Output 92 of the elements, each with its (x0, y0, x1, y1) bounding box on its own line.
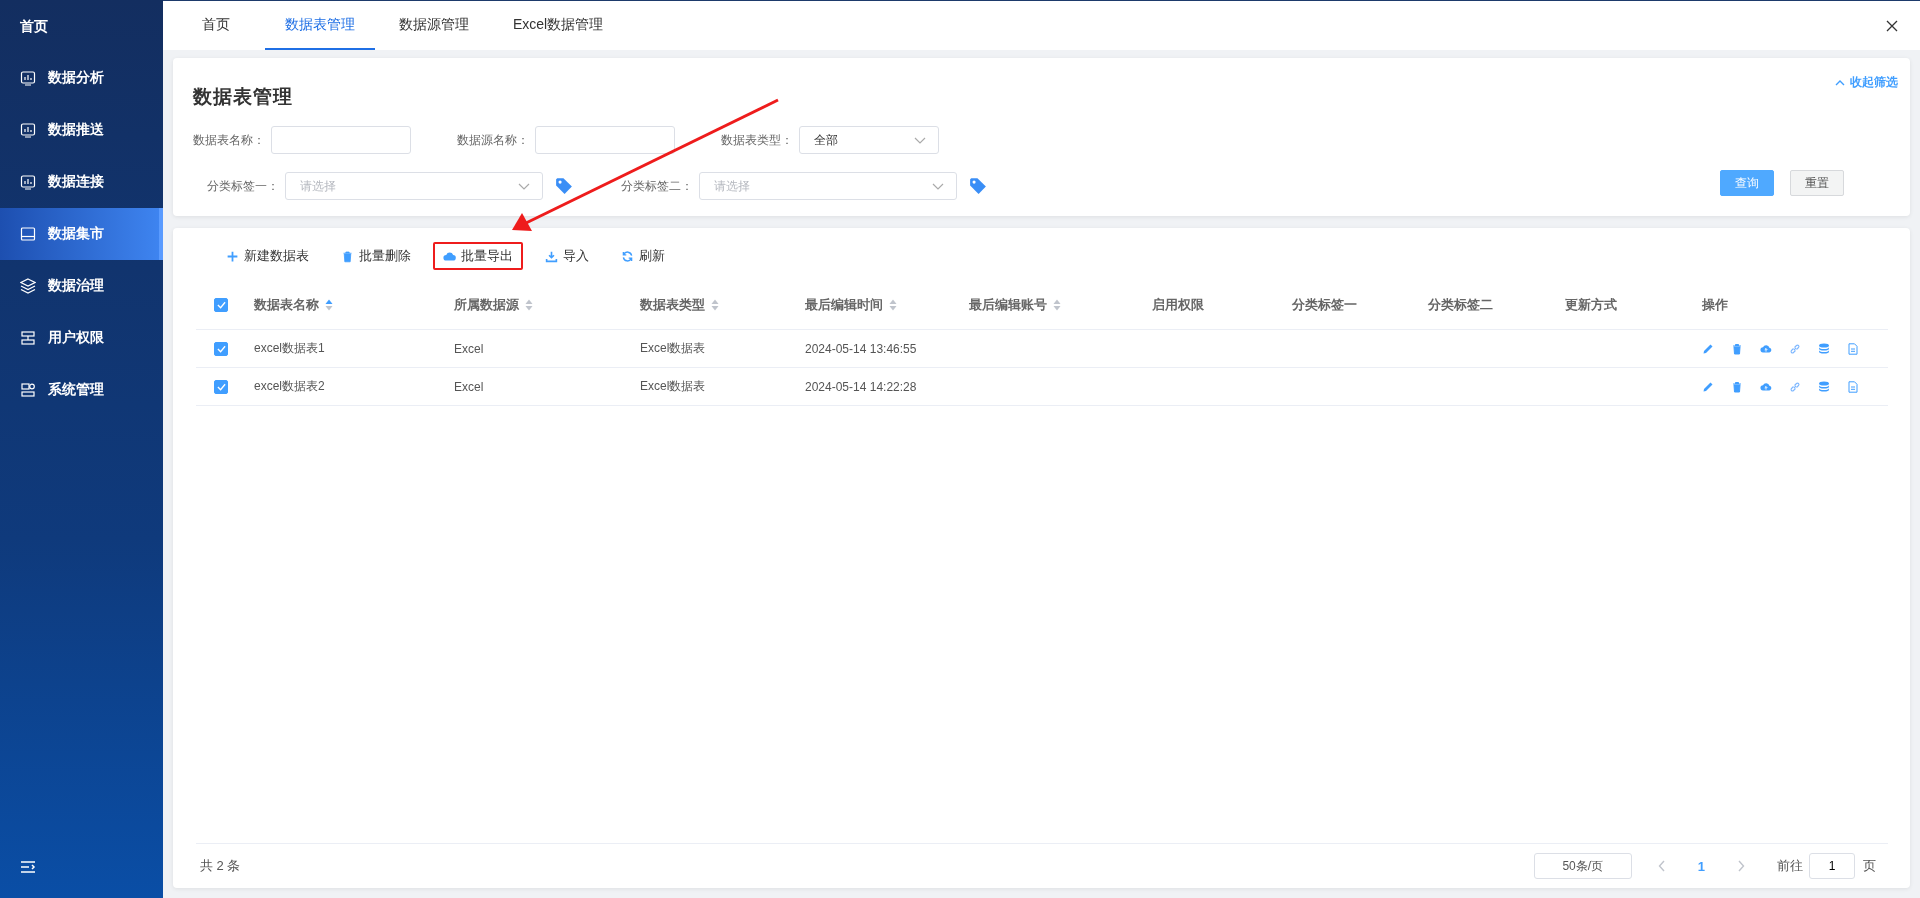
tag-icon[interactable] (555, 177, 573, 195)
table-cell: Excel (454, 380, 484, 394)
column-header: 分类标签一 (1292, 296, 1357, 314)
menu-item-icon (20, 382, 36, 398)
pencil-icon[interactable] (1702, 342, 1714, 355)
row-checkbox[interactable] (214, 379, 228, 394)
text-input[interactable] (535, 126, 675, 154)
sidebar-item[interactable]: 数据连接 (0, 156, 163, 208)
field-label: 数据表名称： (193, 131, 265, 149)
tab[interactable]: 数据表管理 (265, 1, 375, 50)
table-cell: Excel数据表 (640, 379, 706, 393)
trash-icon[interactable] (1731, 342, 1743, 355)
database-icon[interactable] (1818, 380, 1830, 393)
column-header: 启用权限 (1152, 296, 1204, 314)
plus-icon (226, 249, 239, 263)
field-label: 分类标签一： (207, 177, 279, 195)
chevron-down-icon (518, 182, 530, 190)
sort-icon[interactable] (889, 299, 897, 311)
tab[interactable]: 数据源管理 (379, 1, 489, 50)
field-label: 数据表类型： (721, 131, 793, 149)
column-header: 所属数据源 (454, 296, 519, 314)
column-header: 数据表名称 (254, 296, 319, 314)
menu-item-icon (20, 226, 36, 242)
menu-item-icon (20, 330, 36, 346)
menu-item-icon (20, 70, 36, 86)
page-input[interactable]: 1 (1809, 853, 1855, 879)
sort-icon[interactable] (525, 299, 533, 311)
toolbar-button[interactable]: 新建数据表 (216, 242, 319, 270)
sidebar-home-link[interactable]: 首页 (0, 0, 163, 52)
table-cell: 2024-05-14 14:22:28 (805, 380, 917, 394)
previous-page-icon[interactable] (1657, 860, 1666, 872)
download-icon (545, 249, 558, 263)
table-cell: excel数据表2 (254, 379, 325, 393)
trash-icon[interactable] (1731, 380, 1743, 393)
menu-item-icon (20, 174, 36, 190)
page-size-select[interactable]: 50条/页 (1533, 853, 1632, 879)
text-input[interactable] (271, 126, 411, 154)
sidebar-item[interactable]: 数据集市 (0, 208, 163, 260)
tab[interactable]: 首页 (171, 1, 261, 50)
select-all-checkbox[interactable] (214, 298, 228, 312)
next-page-icon[interactable] (1737, 860, 1745, 872)
menu-icon[interactable] (20, 860, 36, 874)
tag-icon[interactable] (969, 177, 987, 195)
menu-item-icon (20, 122, 36, 138)
sidebar-item[interactable]: 数据分析 (0, 52, 163, 104)
total-count: 共 2 条 (200, 857, 241, 875)
link-icon[interactable] (1789, 342, 1801, 355)
menu-item-icon (20, 278, 36, 294)
link-icon[interactable] (1789, 380, 1801, 393)
chevron-down-icon (932, 182, 944, 190)
sidebar-item[interactable]: 系统管理 (0, 364, 163, 416)
trash-icon (341, 249, 354, 263)
toolbar-button[interactable]: 导入 (535, 242, 599, 270)
column-header: 更新方式 (1565, 296, 1617, 314)
toolbar-button[interactable]: 批量导出 (433, 242, 523, 270)
sort-icon[interactable] (325, 299, 333, 311)
cloud-upload-icon[interactable] (1760, 380, 1772, 393)
column-header: 最后编辑账号 (969, 296, 1047, 314)
table-cell: 2024-05-14 13:46:55 (805, 342, 917, 356)
sidebar-item[interactable]: 数据推送 (0, 104, 163, 156)
toolbar-button[interactable]: 批量删除 (331, 242, 421, 270)
row-checkbox[interactable] (214, 341, 228, 356)
sort-icon[interactable] (711, 299, 719, 311)
table-cell: Excel数据表 (640, 341, 706, 355)
refresh-icon (621, 249, 634, 263)
cloud-upload-icon[interactable] (1760, 342, 1772, 355)
toolbar-button[interactable]: 刷新 (611, 242, 675, 270)
select-dropdown[interactable]: 全部 (799, 126, 939, 154)
database-icon[interactable] (1818, 342, 1830, 355)
cloud-upload-icon (443, 249, 456, 263)
pencil-icon[interactable] (1702, 380, 1714, 393)
page-unit-label: 页 (1863, 857, 1876, 875)
tab[interactable]: Excel数据管理 (493, 1, 624, 50)
chevron-down-icon (914, 136, 926, 144)
close-icon[interactable] (1886, 19, 1898, 32)
column-header: 操作 (1702, 296, 1728, 314)
field-label: 数据源名称： (457, 131, 529, 149)
table-cell: excel数据表1 (254, 341, 325, 355)
sidebar-item[interactable]: 数据治理 (0, 260, 163, 312)
field-label: 分类标签二： (621, 177, 693, 195)
document-icon[interactable] (1847, 380, 1859, 393)
column-header: 分类标签二 (1428, 296, 1493, 314)
goto-label: 前往 (1777, 857, 1803, 875)
filter-button[interactable]: 重置 (1790, 170, 1844, 196)
column-header: 数据表类型 (640, 296, 705, 314)
chevron-up-icon (1835, 79, 1845, 86)
sort-icon[interactable] (1053, 299, 1061, 311)
column-header: 最后编辑时间 (805, 296, 883, 314)
sidebar-item[interactable]: 用户权限 (0, 312, 163, 364)
page-title: 数据表管理 (193, 85, 293, 109)
document-icon[interactable] (1847, 342, 1859, 355)
table-cell: Excel (454, 342, 484, 356)
